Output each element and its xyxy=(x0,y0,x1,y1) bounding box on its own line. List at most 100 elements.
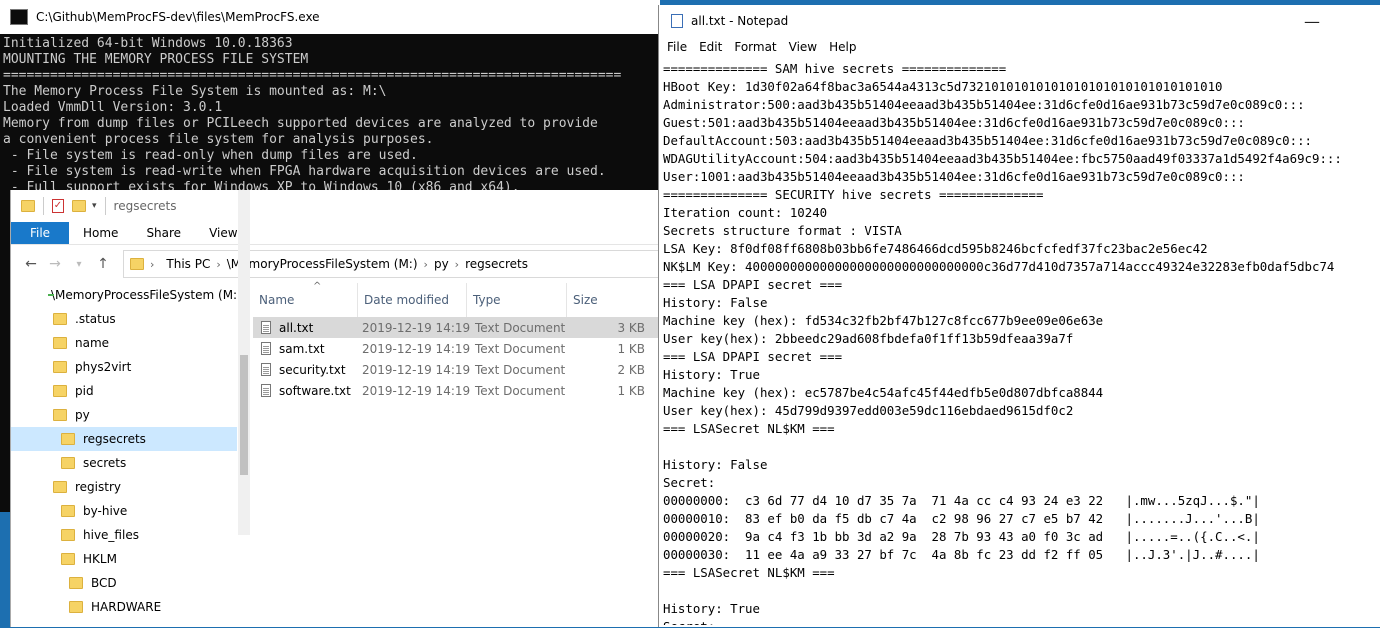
tree-item[interactable]: BCD xyxy=(11,571,237,595)
text-line: Secret: xyxy=(663,475,716,490)
navigation-pane: \MemoryProcessFileSystem (M:) .status name… xyxy=(11,283,242,628)
tree-item-label: BCD xyxy=(91,576,117,590)
address-bar[interactable]: › This PC › \MemoryProcessFileSystem (M:… xyxy=(123,250,659,278)
breadcrumb-drive[interactable]: \MemoryProcessFileSystem (M:) xyxy=(227,257,418,271)
console-line: a convenient process file system for ana… xyxy=(3,132,434,147)
file-name-cell: sam.txt xyxy=(253,342,358,356)
folder-icon xyxy=(61,457,75,469)
breadcrumb-py[interactable]: py xyxy=(434,257,449,271)
new-folder-icon[interactable] xyxy=(72,200,86,212)
ribbon-tab-file[interactable]: File xyxy=(11,222,69,244)
file-type: Text Document xyxy=(475,383,566,398)
tree-item[interactable]: \MemoryProcessFileSystem (M:) xyxy=(11,283,242,307)
customize-quick-access-icon[interactable]: ▾ xyxy=(92,201,97,211)
column-header-type[interactable]: Type xyxy=(467,283,567,317)
tree-item-label: py xyxy=(75,408,90,422)
tree-item[interactable]: by-hive xyxy=(11,499,237,523)
ribbon-tab-home[interactable]: Home xyxy=(69,222,132,244)
forward-arrow-icon[interactable]: → xyxy=(43,256,67,272)
column-header-name[interactable]: Name xyxy=(253,283,358,317)
folder-icon xyxy=(130,258,144,270)
tree-item[interactable]: secrets xyxy=(11,451,237,475)
text-file-icon xyxy=(261,342,271,355)
tree-item-label: by-hive xyxy=(83,504,128,518)
menu-edit[interactable]: Edit xyxy=(693,40,728,54)
tree-item[interactable]: HARDWARE xyxy=(11,595,237,619)
folder-icon xyxy=(21,200,35,212)
chevron-right-icon[interactable]: › xyxy=(424,258,428,271)
text-line: LSA Key: 8f0df08ff6808b03bb6fe7486466dcd… xyxy=(663,241,1208,256)
scrollbar-thumb[interactable] xyxy=(240,355,248,475)
breadcrumb-regsecrets[interactable]: regsecrets xyxy=(465,257,528,271)
console-line: Loaded VmmDll Version: 3.0.1 xyxy=(3,100,223,115)
menu-help[interactable]: Help xyxy=(823,40,862,54)
tree-item[interactable]: registry xyxy=(11,475,237,499)
text-line xyxy=(663,582,1377,600)
file-row[interactable]: software.txt 2019-12-19 14:19 Text Documen… xyxy=(253,380,659,401)
tree-item-label: .status xyxy=(75,312,116,326)
tree-item-label: phys2virt xyxy=(75,360,132,374)
chevron-right-icon[interactable]: › xyxy=(216,258,220,271)
text-line: User key(hex): 2bbeedc29ad608fbdefa0f1ff… xyxy=(663,331,1074,346)
address-bar-row: ← → ▾ ↑ › This PC › \MemoryProcessFileSy… xyxy=(11,245,659,283)
tree-item[interactable]: py xyxy=(11,403,237,427)
notepad-text-area[interactable]: ============== SAM hive secrets ========… xyxy=(659,57,1380,625)
notepad-title: all.txt - Notepad xyxy=(691,14,789,28)
console-line: ========================================… xyxy=(3,68,622,83)
file-row[interactable]: all.txt 2019-12-19 14:19 Text Document 3 KB xyxy=(253,317,659,338)
column-header-date[interactable]: Date modified xyxy=(358,283,467,317)
menu-view[interactable]: View xyxy=(783,40,823,54)
text-line: ============== SAM hive secrets ========… xyxy=(663,61,1007,76)
tree-item[interactable]: hive_files xyxy=(11,523,237,547)
file-row[interactable]: security.txt 2019-12-19 14:19 Text Documen… xyxy=(253,359,659,380)
recent-locations-icon[interactable]: ▾ xyxy=(67,259,91,270)
tree-item[interactable]: regsecrets xyxy=(11,427,237,451)
navigation-scrollbar[interactable] xyxy=(238,190,250,535)
ribbon: File Home Share View xyxy=(11,222,659,245)
tree-item[interactable]: HKLM xyxy=(11,547,237,571)
chevron-right-icon[interactable]: › xyxy=(150,258,154,271)
text-line: User key(hex): 45d799d9397edd003e59dc116… xyxy=(663,403,1074,418)
file-type: Text Document xyxy=(475,341,566,356)
separator xyxy=(104,197,106,215)
column-headers: ^ Name Date modified Type Size xyxy=(253,281,659,317)
notepad-window[interactable]: all.txt - Notepad — File Edit Format Vie… xyxy=(658,5,1380,627)
text-line: === LSA DPAPI secret === xyxy=(663,277,843,292)
file-row[interactable]: sam.txt 2019-12-19 14:19 Text Document 1 KB xyxy=(253,338,659,359)
file-size: 3 KB xyxy=(617,320,645,335)
file-date: 2019-12-19 14:19 xyxy=(362,341,471,356)
column-header-size[interactable]: Size xyxy=(567,283,637,317)
file-name: all.txt xyxy=(279,320,314,335)
notepad-titlebar[interactable]: all.txt - Notepad — xyxy=(659,5,1380,37)
notepad-menubar: File Edit Format View Help xyxy=(659,37,1380,57)
separator xyxy=(43,197,44,215)
tree-item[interactable]: .status xyxy=(11,307,237,331)
tree-item-label: \MemoryProcessFileSystem (M:) xyxy=(51,288,242,302)
console-titlebar[interactable]: C:\Github\MemProcFS-dev\files\MemProcFS.… xyxy=(0,0,660,34)
up-arrow-icon[interactable]: ↑ xyxy=(91,256,115,272)
folder-icon xyxy=(61,529,75,541)
menu-format[interactable]: Format xyxy=(728,40,782,54)
chevron-right-icon[interactable]: › xyxy=(455,258,459,271)
breadcrumb-this-pc[interactable]: This PC xyxy=(166,257,210,271)
explorer-titlebar[interactable]: ✓ ▾ regsecrets xyxy=(11,190,659,222)
tree-item[interactable]: phys2virt xyxy=(11,355,237,379)
ribbon-tab-share[interactable]: Share xyxy=(132,222,195,244)
explorer-window[interactable]: ✓ ▾ regsecrets File Home Share View ← → … xyxy=(10,190,659,627)
text-line: User:1001:aad3b435b51404eeaad3b435b51404… xyxy=(663,169,1245,184)
tree-item[interactable]: pid xyxy=(11,379,237,403)
tree-item[interactable]: name xyxy=(11,331,237,355)
text-line: ============== SECURITY hive secrets ===… xyxy=(663,187,1044,202)
back-arrow-icon[interactable]: ← xyxy=(19,256,43,272)
file-size: 2 KB xyxy=(617,362,645,377)
tree-item-label: HKLM xyxy=(83,552,117,566)
file-date: 2019-12-19 14:19 xyxy=(362,362,471,377)
properties-icon[interactable]: ✓ xyxy=(52,199,64,213)
console-line: - File system is read-only when dump fil… xyxy=(3,148,418,163)
minimize-icon[interactable]: — xyxy=(1289,5,1335,37)
console-line: MOUNTING THE MEMORY PROCESS FILE SYSTEM xyxy=(3,52,309,67)
file-name: security.txt xyxy=(279,362,346,377)
console-line: Memory from dump files or PCILeech suppo… xyxy=(3,116,598,131)
menu-file[interactable]: File xyxy=(661,40,693,54)
file-type: Text Document xyxy=(475,362,566,377)
